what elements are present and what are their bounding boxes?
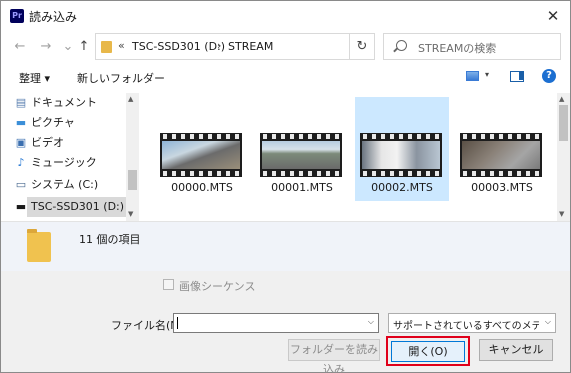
- breadcrumb-chevron-icon[interactable]: ›: [217, 39, 221, 52]
- scrollbar-thumb[interactable]: [128, 170, 137, 190]
- text-caret: [177, 317, 178, 329]
- organize-menu[interactable]: 整理 ▾: [19, 70, 50, 86]
- drive-icon: ▬: [15, 200, 27, 213]
- breadcrumb-folder[interactable]: STREAM: [228, 40, 273, 53]
- document-icon: ▤: [15, 96, 27, 109]
- file-type-value: サポートされているすべてのメディア (*: [393, 321, 539, 332]
- premiere-app-icon: Pr: [10, 9, 24, 23]
- file-name: 00003.MTS: [471, 181, 533, 194]
- scroll-up-icon[interactable]: ▲: [559, 95, 564, 103]
- video-frame: [462, 141, 540, 169]
- back-arrow-icon[interactable]: ←: [11, 37, 29, 57]
- search-box[interactable]: STREAMの検索: [383, 33, 561, 60]
- forward-arrow-icon[interactable]: →: [37, 37, 55, 57]
- address-bar[interactable]: « TSC-SSD301 (D:) › STREAM ⌵: [95, 33, 431, 60]
- film-sprocket: [160, 134, 242, 139]
- import-folder-button[interactable]: フォルダーを読み込み: [288, 339, 380, 373]
- file-tile[interactable]: 00001.MTS: [255, 97, 349, 201]
- navigation-row: ← → ⌄ ↑ « TSC-SSD301 (D:) › STREAM ⌵ ↻ S…: [1, 31, 570, 63]
- film-sprocket: [260, 134, 342, 139]
- cancel-button[interactable]: キャンセル: [479, 339, 553, 361]
- search-icon: [396, 40, 407, 51]
- details-pane: 11 個の項目: [1, 221, 570, 271]
- music-icon: ♪: [17, 156, 25, 169]
- film-sprocket: [260, 171, 342, 176]
- up-arrow-icon[interactable]: ↑: [75, 37, 93, 57]
- item-count: 11 個の項目: [79, 233, 141, 246]
- view-options-icon[interactable]: [466, 71, 479, 81]
- command-toolbar: 整理 ▾ 新しいフォルダー ▾ ?: [1, 63, 570, 91]
- film-sprocket: [360, 134, 442, 139]
- sidebar-item-ssd-drive[interactable]: ▬ TSC-SSD301 (D:): [16, 197, 127, 217]
- pictures-icon: ▬: [15, 116, 27, 129]
- filename-input[interactable]: ⌵: [173, 313, 379, 333]
- image-sequence-checkbox[interactable]: [163, 279, 174, 290]
- sidebar-item-system-drive[interactable]: ▭ システム (C:): [16, 175, 126, 195]
- close-button[interactable]: ✕: [541, 5, 565, 27]
- breadcrumb-drive[interactable]: TSC-SSD301 (D:): [132, 40, 225, 53]
- search-placeholder: STREAMの検索: [418, 42, 497, 55]
- image-sequence-label: 画像シーケンス: [179, 280, 256, 293]
- file-name: 00001.MTS: [271, 181, 333, 194]
- video-thumbnail: [360, 133, 442, 177]
- file-tile[interactable]: 00003.MTS: [455, 97, 549, 201]
- sidebar-item-label: TSC-SSD301 (D:): [31, 200, 125, 213]
- scroll-down-icon[interactable]: ▼: [128, 210, 133, 218]
- sidebar-item-documents[interactable]: ▤ ドキュメント: [16, 93, 126, 113]
- help-icon[interactable]: ?: [542, 69, 556, 83]
- file-type-dropdown[interactable]: サポートされているすべてのメディア (* ⌵: [388, 313, 556, 333]
- folder-icon: [27, 229, 51, 262]
- annotation-highlight-box: [386, 336, 470, 366]
- sidebar-item-label: ドキュメント: [31, 96, 97, 109]
- video-frame: [262, 141, 340, 169]
- file-list: 00000.MTS 00001.MTS 00002.MTS 00003.MTS …: [139, 93, 570, 221]
- sidebar-item-music[interactable]: ♪ ミュージック: [17, 153, 126, 173]
- video-thumbnail: [160, 133, 242, 177]
- video-thumbnail: [460, 133, 542, 177]
- import-dialog: Pr 読み込み ✕ ← → ⌄ ↑ « TSC-SSD301 (D:) › ST…: [0, 0, 571, 373]
- dialog-footer: 画像シーケンス ファイル名(N): ⌵ サポートされているすべてのメディア (*…: [1, 271, 570, 373]
- film-sprocket: [460, 134, 542, 139]
- sidebar-item-label: ビデオ: [31, 136, 64, 149]
- sidebar-scrollbar[interactable]: ▲ ▼: [126, 93, 139, 221]
- sidebar-item-pictures[interactable]: ▬ ピクチャ: [16, 113, 126, 133]
- file-name: 00000.MTS: [171, 181, 233, 194]
- file-tile-selected[interactable]: 00002.MTS: [355, 97, 449, 201]
- video-frame: [162, 141, 240, 169]
- file-tile[interactable]: 00000.MTS: [155, 97, 249, 201]
- new-folder-button[interactable]: 新しいフォルダー: [77, 70, 165, 86]
- scroll-down-icon[interactable]: ▼: [559, 210, 564, 218]
- folder-icon: [101, 41, 112, 53]
- film-sprocket: [360, 171, 442, 176]
- video-icon: ▣: [15, 136, 27, 149]
- title-bar: Pr 読み込み ✕: [1, 1, 570, 31]
- drive-icon: ▭: [15, 178, 27, 191]
- dialog-title: 読み込み: [29, 10, 78, 24]
- scrollbar-thumb[interactable]: [559, 105, 568, 141]
- video-frame: [362, 141, 440, 169]
- refresh-button[interactable]: ↻: [349, 33, 375, 60]
- chevron-down-icon[interactable]: ⌵: [368, 317, 374, 327]
- file-name: 00002.MTS: [371, 181, 433, 194]
- file-list-scrollbar[interactable]: ▲ ▼: [557, 93, 570, 221]
- view-dropdown-icon[interactable]: ▾: [485, 70, 489, 79]
- video-thumbnail: [260, 133, 342, 177]
- sidebar-item-label: ミュージック: [31, 156, 97, 169]
- chevron-down-icon[interactable]: ⌵: [545, 317, 551, 327]
- preview-pane-icon[interactable]: [510, 71, 524, 82]
- navigation-pane: ▤ ドキュメント ▬ ピクチャ ▣ ビデオ ♪ ミュージック ▭ システム (C…: [1, 93, 139, 221]
- sidebar-item-label: システム (C:): [31, 178, 99, 191]
- sidebar-item-label: ピクチャ: [31, 116, 75, 129]
- overflow-chevron-icon[interactable]: «: [118, 39, 125, 52]
- film-sprocket: [460, 171, 542, 176]
- film-sprocket: [160, 171, 242, 176]
- sidebar-item-videos[interactable]: ▣ ビデオ: [16, 133, 126, 153]
- scroll-up-icon[interactable]: ▲: [128, 95, 133, 103]
